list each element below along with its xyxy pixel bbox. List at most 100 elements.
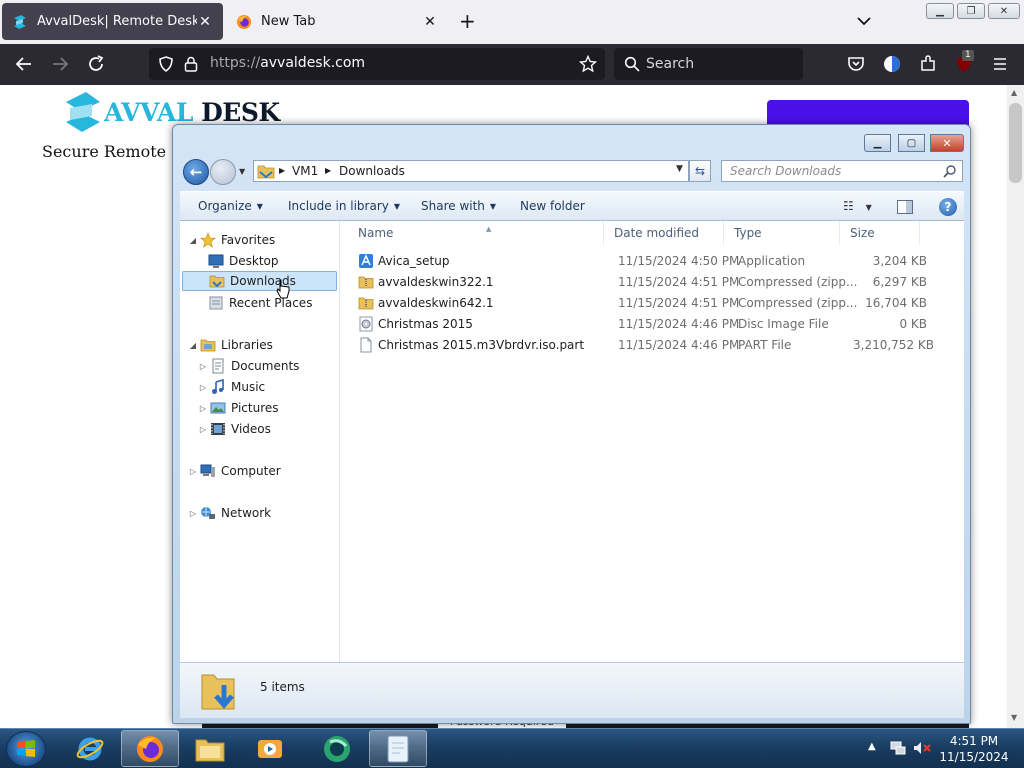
scroll-thumb[interactable] bbox=[1009, 103, 1022, 183]
collapse-arrow-icon[interactable]: ▷ bbox=[198, 383, 208, 392]
explorer-minimize-button[interactable]: ▁ bbox=[864, 134, 891, 152]
file-row[interactable]: Christmas 2015.m3Vbrdvr.iso.part 11/15/2… bbox=[350, 335, 940, 356]
tree-network[interactable]: ▷ Network bbox=[188, 503, 271, 523]
search-downloads-input[interactable]: Search Downloads bbox=[721, 160, 963, 182]
taskbar-firefox[interactable] bbox=[121, 730, 179, 767]
share-with-button[interactable]: Share with ▼ bbox=[421, 199, 496, 213]
extensions-puzzle-icon[interactable] bbox=[918, 54, 938, 74]
shield-icon[interactable] bbox=[157, 55, 175, 73]
tree-downloads[interactable]: Downloads bbox=[182, 271, 337, 291]
search-icon[interactable] bbox=[943, 164, 957, 178]
bookmark-star-icon[interactable] bbox=[579, 55, 597, 73]
tab-avvaldesk[interactable]: AvvalDesk| Remote Desktop ✕ bbox=[2, 3, 223, 40]
collapse-arrow-icon[interactable]: ▷ bbox=[198, 362, 208, 371]
collapse-arrow-icon[interactable]: ▷ bbox=[198, 404, 208, 413]
help-button[interactable]: ? bbox=[939, 198, 957, 216]
new-tab-button[interactable]: + bbox=[459, 10, 476, 32]
navigation-pane[interactable]: ◢ Favorites Desktop Downloads Recent Pla… bbox=[180, 221, 340, 662]
column-header-size[interactable]: Size bbox=[840, 221, 920, 245]
file-date: 11/15/2024 4:46 PM bbox=[618, 338, 740, 352]
file-row[interactable]: avvaldeskwin322.1 11/15/2024 4:51 PM Com… bbox=[350, 272, 940, 293]
search-icon bbox=[624, 56, 640, 72]
back-arrow-icon[interactable] bbox=[14, 54, 34, 74]
taskbar-notepad[interactable] bbox=[369, 730, 427, 767]
page-tagline: Secure Remote Co bbox=[42, 142, 194, 161]
breadcrumb-vm1[interactable]: VM1 bbox=[292, 164, 318, 178]
pocket-icon[interactable] bbox=[846, 54, 866, 74]
file-row[interactable]: avvaldeskwin642.1 11/15/2024 4:51 PM Com… bbox=[350, 293, 940, 314]
browser-search-input[interactable]: Search bbox=[614, 48, 803, 80]
refresh-button[interactable]: ⇆ bbox=[689, 160, 711, 182]
collapse-arrow-icon[interactable]: ▷ bbox=[198, 425, 208, 434]
network-tray-icon[interactable] bbox=[890, 741, 906, 755]
tree-recent-places[interactable]: Recent Places bbox=[208, 293, 312, 313]
collapse-arrow-icon[interactable]: ▷ bbox=[188, 509, 198, 518]
file-name: Christmas 2015 bbox=[378, 317, 473, 331]
close-tab-icon[interactable]: ✕ bbox=[422, 14, 438, 30]
include-in-library-button[interactable]: Include in library ▼ bbox=[288, 199, 400, 213]
breadcrumb-separator-icon[interactable]: ▶ bbox=[279, 166, 285, 175]
file-list[interactable]: Name ▲ Date modified Type Size Avica_setu… bbox=[340, 221, 964, 662]
hamburger-menu-icon[interactable] bbox=[990, 54, 1010, 74]
taskbar-avvaldesk[interactable] bbox=[308, 730, 366, 767]
taskbar-media-player[interactable] bbox=[241, 730, 299, 767]
tree-computer[interactable]: ▷ Computer bbox=[188, 461, 281, 481]
forward-button[interactable] bbox=[210, 159, 236, 185]
expand-arrow-icon[interactable]: ◢ bbox=[188, 236, 198, 245]
tree-libraries[interactable]: ◢ Libraries bbox=[188, 335, 273, 355]
reload-icon[interactable] bbox=[86, 54, 106, 74]
column-header-name[interactable]: Name ▲ bbox=[348, 221, 604, 245]
recent-pages-chevron-icon[interactable]: ▼ bbox=[239, 167, 245, 176]
expand-arrow-icon[interactable]: ◢ bbox=[188, 341, 198, 350]
chevron-down-icon[interactable] bbox=[855, 12, 873, 30]
column-header-type[interactable]: Type bbox=[724, 221, 840, 245]
collapse-arrow-icon[interactable]: ▷ bbox=[188, 467, 198, 476]
file-type: Disc Image File bbox=[738, 317, 829, 331]
new-folder-button[interactable]: New folder bbox=[520, 199, 585, 213]
tree-favorites[interactable]: ◢ Favorites bbox=[188, 230, 275, 250]
address-dropdown-icon[interactable]: ▼ bbox=[676, 164, 683, 174]
address-bar[interactable]: ▶ VM1 ▶ Downloads ▼ bbox=[253, 160, 689, 182]
avvaldesk-logo-icon bbox=[66, 92, 100, 132]
tree-videos[interactable]: ▷ Videos bbox=[198, 419, 271, 439]
file-row[interactable]: Christmas 2015 11/15/2024 4:46 PM Disc I… bbox=[350, 314, 940, 335]
close-window-button[interactable]: ✕ bbox=[988, 3, 1020, 19]
tree-music[interactable]: ▷ Music bbox=[198, 377, 265, 397]
change-view-button[interactable]: ☷ ▼ bbox=[843, 199, 872, 213]
scroll-down-icon[interactable]: ▼ bbox=[1011, 713, 1017, 722]
scroll-up-icon[interactable]: ▲ bbox=[1011, 88, 1017, 97]
organize-button[interactable]: Organize ▼ bbox=[198, 199, 263, 213]
breadcrumb-downloads[interactable]: Downloads bbox=[339, 164, 405, 178]
preview-pane-button[interactable] bbox=[897, 200, 913, 214]
minimize-button[interactable]: ▁ bbox=[926, 3, 954, 19]
show-hidden-icons-icon[interactable]: ▲ bbox=[868, 741, 876, 752]
downloads-folder-icon bbox=[201, 674, 235, 710]
page-scrollbar[interactable]: ▲ ▼ bbox=[1007, 85, 1024, 728]
forward-arrow-icon[interactable] bbox=[50, 54, 70, 74]
documents-icon bbox=[212, 358, 224, 374]
column-header-date-modified[interactable]: Date modified bbox=[604, 221, 724, 245]
file-row[interactable]: Avica_setup 11/15/2024 4:50 PM Applicati… bbox=[350, 251, 940, 272]
tree-pictures[interactable]: ▷ Pictures bbox=[198, 398, 279, 418]
tab-new-tab[interactable]: New Tab ✕ bbox=[226, 3, 448, 40]
clock-date: 11/15/2024 bbox=[939, 750, 1009, 764]
back-button[interactable]: ← bbox=[183, 159, 209, 185]
file-type: PART File bbox=[738, 338, 792, 352]
close-tab-icon[interactable]: ✕ bbox=[197, 14, 213, 30]
taskbar-internet-explorer[interactable] bbox=[61, 730, 119, 767]
volume-muted-icon[interactable] bbox=[913, 741, 931, 755]
explorer-close-button[interactable]: ✕ bbox=[930, 134, 964, 152]
start-button[interactable] bbox=[6, 731, 46, 767]
contrast-extension-icon[interactable] bbox=[882, 54, 902, 74]
taskbar-file-explorer[interactable] bbox=[181, 730, 239, 767]
system-clock[interactable]: 4:51 PM 11/15/2024 bbox=[932, 733, 1016, 765]
tree-documents[interactable]: ▷ Documents bbox=[198, 356, 299, 376]
breadcrumb-separator-icon[interactable]: ▶ bbox=[325, 166, 331, 175]
videos-icon bbox=[211, 423, 225, 435]
lock-icon[interactable] bbox=[183, 55, 199, 73]
restore-button[interactable]: ❐ bbox=[957, 3, 985, 19]
tree-desktop[interactable]: Desktop bbox=[208, 251, 279, 271]
explorer-maximize-button[interactable]: ▢ bbox=[898, 134, 925, 152]
network-icon bbox=[201, 507, 215, 519]
url-bar[interactable]: https://avvaldesk.com bbox=[149, 48, 605, 80]
